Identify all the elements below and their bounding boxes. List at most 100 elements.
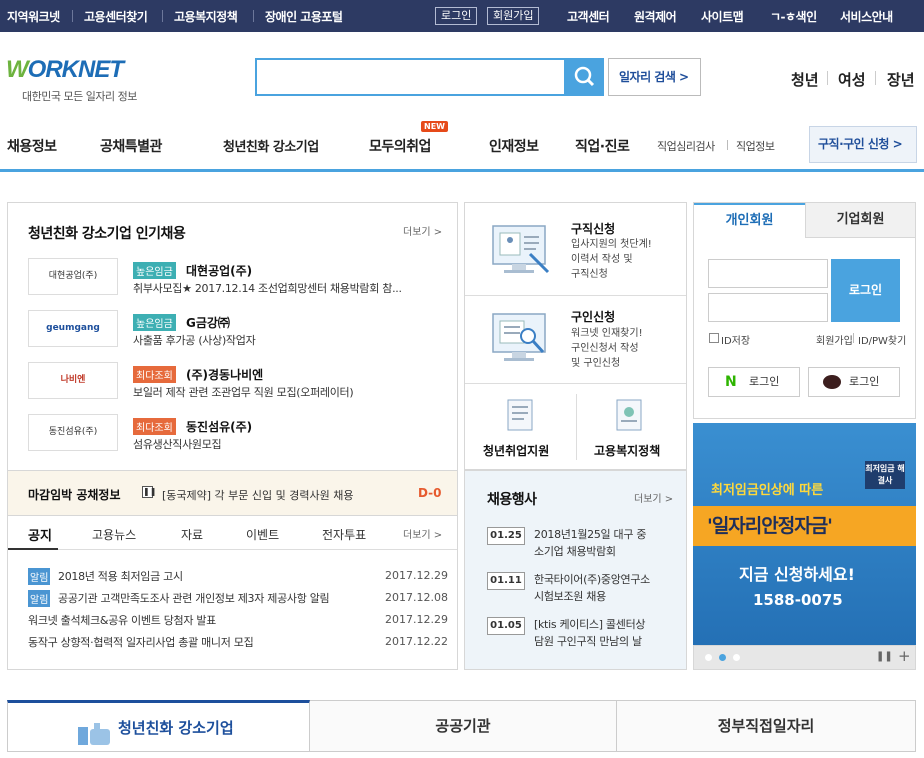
welfare-policy-link[interactable]: 고용복지정책 — [594, 442, 660, 459]
join-button[interactable]: 회원가입 — [487, 7, 540, 25]
new-badge: NEW — [421, 121, 448, 132]
tab-government-jobs[interactable]: 정부직접일자리 — [617, 700, 916, 752]
high-wage-badge: 높은임금 — [133, 314, 176, 331]
company-name[interactable]: (주)경동나비엔 — [186, 366, 263, 383]
topbar-link-customer[interactable]: 고객센터 — [567, 8, 610, 25]
banner-dot-2[interactable] — [719, 654, 726, 661]
notice-date: 2017.12.22 — [385, 635, 448, 648]
age-nav-senior[interactable]: 장년 — [887, 69, 915, 90]
nav-job-dictionary[interactable]: 직업정보 — [736, 138, 775, 154]
monitor-search-icon[interactable] — [490, 312, 552, 364]
apply-button[interactable]: 구직·구인 신청 > — [809, 126, 917, 163]
job-description[interactable]: 섬유생산직사원모집 — [133, 436, 438, 452]
nav-open-recruit[interactable]: 공채특별관 — [100, 136, 162, 156]
notice-more-link[interactable]: 더보기 > — [403, 526, 442, 541]
topbar-link-disabled[interactable]: 장애인 고용포털 — [265, 8, 343, 25]
nav-psych-test[interactable]: 직업심리검사 — [657, 138, 715, 154]
id-input[interactable] — [708, 259, 828, 288]
topbar-link-center-find[interactable]: 고용센터찾기 — [84, 8, 148, 25]
hire-apply-title[interactable]: 구인신청 — [571, 308, 615, 325]
tab-notice[interactable]: 공지 — [28, 525, 52, 544]
events-title: 채용행사 — [487, 492, 537, 508]
search-input[interactable] — [255, 58, 566, 96]
banner-hero-badge: 최저임금 해결사 — [865, 461, 905, 489]
banner-line2: '일자리안정자금' — [707, 515, 833, 537]
notice-item[interactable]: 워크넷 출석체크&공유 이벤트 당첨자 발표 — [28, 612, 216, 628]
high-wage-badge: 높은임금 — [133, 262, 176, 279]
most-viewed-badge: 최다조회 — [133, 418, 176, 435]
topbar-link-index[interactable]: ㄱ-ㅎ색인 — [770, 8, 817, 25]
nav-job-info[interactable]: 채용정보 — [7, 136, 57, 156]
top-utility-bar: 지역워크넷 고용센터찾기 고용복지정책 장애인 고용포털 로그인 회원가입 고객… — [0, 0, 924, 32]
job-apply-title[interactable]: 구직신청 — [571, 220, 615, 237]
age-nav-women[interactable]: 여성 — [838, 69, 866, 90]
youth-support-icon[interactable] — [505, 398, 537, 434]
company-logo[interactable]: 나비엔 — [28, 362, 118, 399]
company-name[interactable]: G금강㈜ — [186, 314, 230, 331]
nav-everyone-job[interactable]: 모두의취업 — [369, 136, 431, 156]
topbar-link-service[interactable]: 서비스안내 — [840, 8, 893, 25]
nav-talent-info[interactable]: 인재정보 — [489, 136, 539, 156]
banner-dot-1[interactable] — [705, 654, 712, 661]
event-date: 01.05 — [487, 617, 525, 635]
event-item[interactable]: [ktis 케이티스] 콜센터상 담원 구인구직 만남의 날 — [534, 616, 646, 650]
pause-icon[interactable]: ❚❚ — [142, 486, 156, 498]
naver-login-button[interactable]: N 로그인 — [708, 367, 800, 397]
topbar-link-region[interactable]: 지역워크넷 — [7, 8, 60, 25]
tab-youth-company[interactable]: 청년친화 강소기업 — [7, 700, 310, 752]
company-name[interactable]: 동진섬유(주) — [186, 418, 252, 435]
monitor-resume-icon[interactable] — [490, 224, 552, 276]
find-id-pw-link[interactable]: ID/PW찾기 — [858, 332, 906, 347]
notice-item[interactable]: 공공기관 고객만족도조사 관련 개인정보 제3자 제공사항 알림 — [58, 590, 330, 606]
company-logo[interactable]: 동진섬유(주) — [28, 414, 118, 451]
job-description[interactable]: 사출품 후가공 (사상)작업자 — [133, 332, 438, 348]
popular-more-link[interactable]: 더보기 > — [403, 223, 442, 238]
tab-personal-member[interactable]: 개인회원 — [694, 203, 805, 238]
youth-support-link[interactable]: 청년취업지원 — [483, 442, 549, 459]
banner-dot-3[interactable] — [733, 654, 740, 661]
tab-events[interactable]: 이벤트 — [246, 526, 279, 543]
company-logo[interactable]: 대현공업(주) — [28, 258, 118, 295]
topbar-link-welfare[interactable]: 고용복지정책 — [174, 8, 238, 25]
notice-date: 2017.12.29 — [385, 613, 448, 626]
deadline-text[interactable]: [동국제약] 각 부문 신입 및 경력사원 채용 — [162, 487, 353, 503]
kakao-login-button[interactable]: 로그인 — [808, 367, 900, 397]
job-description[interactable]: 취부사모집★ 2017.12.14 조선업희망센터 채용박람회 참... — [133, 280, 438, 296]
notice-date: 2017.12.08 — [385, 591, 448, 604]
login-button[interactable]: 로그인 — [435, 7, 478, 25]
minimum-wage-banner[interactable]: 최저임금인상에 따른 '일자리안정자금' 지금 신청하세요! 1588-0075… — [693, 423, 916, 645]
job-search-button[interactable]: 일자리 검색 > — [608, 58, 701, 96]
company-name[interactable]: 대현공업(주) — [186, 262, 252, 279]
job-description[interactable]: 보일러 제작 관련 조관업무 직원 모집(오퍼레이터) — [133, 384, 438, 400]
divider — [8, 549, 457, 550]
search-button[interactable] — [565, 58, 604, 96]
event-item[interactable]: 2018년1월25일 대구 중 소기업 채용박람회 — [534, 526, 647, 560]
topbar-link-remote[interactable]: 원격제어 — [634, 8, 677, 25]
notice-item[interactable]: 2018년 적용 최저임금 고시 — [58, 568, 183, 584]
save-id-checkbox[interactable] — [709, 333, 719, 343]
tab-corporate-member[interactable]: 기업회원 — [805, 203, 915, 238]
tab-evote[interactable]: 전자투표 — [322, 526, 366, 543]
divider — [576, 394, 577, 460]
topbar-link-sitemap[interactable]: 사이트맵 — [701, 8, 744, 25]
event-item[interactable]: 한국타이어(주)중앙연구소 시험보조원 채용 — [534, 571, 650, 605]
banner-plus-icon[interactable]: + — [898, 647, 911, 665]
worknet-logo[interactable]: WORKNET — [6, 56, 124, 84]
age-nav-youth[interactable]: 청년 — [791, 69, 819, 90]
member-join-link[interactable]: 회원가입 — [816, 332, 853, 347]
events-more-link[interactable]: 더보기 > — [634, 490, 673, 505]
tab-materials[interactable]: 자료 — [181, 526, 203, 543]
tab-news[interactable]: 고용뉴스 — [92, 526, 136, 543]
company-logo[interactable]: geumgang — [28, 310, 118, 347]
welfare-policy-icon[interactable] — [614, 398, 646, 434]
nav-youth-company[interactable]: 청년친화 강소기업 — [223, 136, 319, 155]
banner-pause-icon[interactable]: ❚❚ — [876, 651, 893, 662]
notice-item[interactable]: 동작구 상향적·협력적 일자리사업 총괄 매니저 모집 — [28, 634, 254, 650]
nav-career[interactable]: 직업·진로 — [575, 136, 630, 156]
tab-public-institution[interactable]: 공공기관 — [310, 700, 617, 752]
divider — [253, 10, 254, 22]
member-login-button[interactable]: 로그인 — [831, 259, 900, 322]
banner-phone: 1588-0075 — [753, 591, 843, 609]
password-input[interactable] — [708, 293, 828, 322]
naver-icon: N — [725, 374, 737, 390]
